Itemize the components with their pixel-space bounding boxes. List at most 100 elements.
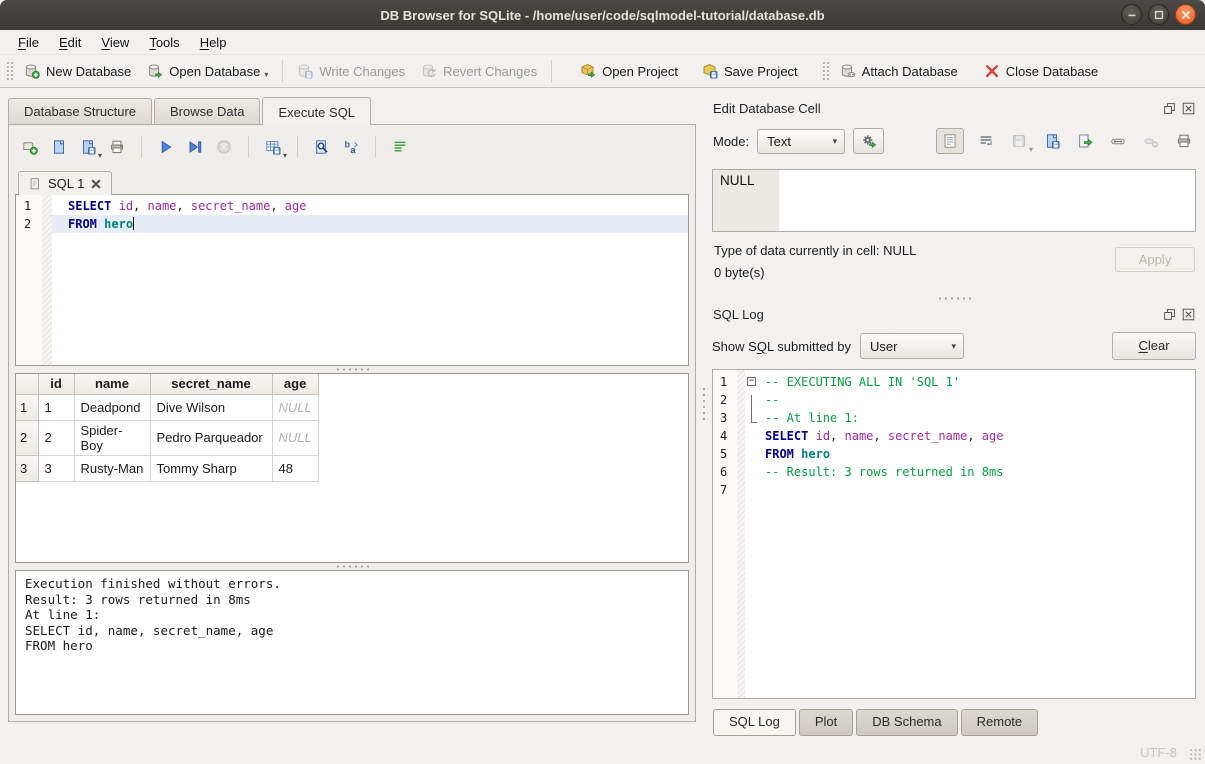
submitted-by-select[interactable]: User ▾ bbox=[860, 333, 964, 359]
save-as-icon[interactable] bbox=[1041, 131, 1063, 151]
log-fold-markers[interactable]: − bbox=[745, 370, 759, 698]
editor-code-area[interactable]: SELECT id, name, secret_name, ageFROM he… bbox=[52, 195, 688, 365]
fold-box-icon[interactable]: − bbox=[747, 377, 756, 386]
minimize-button[interactable] bbox=[1121, 4, 1142, 25]
close-tab-icon[interactable] bbox=[90, 178, 102, 190]
maximize-icon bbox=[1151, 7, 1167, 23]
new-database-button[interactable]: New Database bbox=[16, 59, 139, 83]
corner-header[interactable] bbox=[16, 374, 38, 394]
tab-sql-log[interactable]: SQL Log bbox=[713, 709, 796, 736]
open-database-button[interactable]: Open Database ▾ bbox=[139, 59, 276, 83]
cell-value-editor[interactable]: NULL bbox=[712, 169, 1196, 232]
find-icon[interactable] bbox=[311, 137, 333, 157]
fold-marker bbox=[745, 467, 759, 485]
code-token bbox=[808, 429, 815, 443]
execute-current-line-icon[interactable] bbox=[184, 137, 206, 157]
close-dock-icon[interactable] bbox=[1182, 102, 1195, 115]
float-dock-icon[interactable] bbox=[1163, 102, 1176, 115]
save-project-button[interactable]: Save Project bbox=[694, 59, 806, 83]
text-mode-icon[interactable] bbox=[936, 128, 964, 154]
save-results-icon[interactable]: ▾ bbox=[262, 137, 284, 157]
tab-database-structure[interactable]: Database Structure bbox=[8, 98, 152, 124]
export-data-icon[interactable] bbox=[1074, 131, 1096, 151]
toolbar-drag-handle[interactable] bbox=[6, 61, 13, 81]
sql-log-view[interactable]: 1234567 − -- EXECUTING ALL IN 'SQL 1'---… bbox=[712, 369, 1196, 699]
attach-database-button[interactable]: Attach Database bbox=[832, 59, 966, 83]
button-label: Open Project bbox=[602, 64, 678, 79]
code-token: , bbox=[967, 429, 981, 443]
encoding-indicator[interactable]: UTF-8 bbox=[1140, 745, 1177, 760]
open-project-button[interactable]: Open Project bbox=[572, 59, 686, 83]
import-data-icon: ▾ bbox=[1008, 131, 1030, 151]
new-sql-tab-icon[interactable] bbox=[19, 137, 41, 157]
table-cell-id[interactable]: 3 bbox=[38, 455, 74, 481]
sql-file-tab-bar: SQL 1 bbox=[15, 167, 689, 194]
sql-file-tab[interactable]: SQL 1 bbox=[18, 171, 112, 195]
log-fold-margin bbox=[737, 370, 745, 698]
mode-select[interactable]: Text ▾ bbox=[757, 129, 845, 154]
row-header[interactable]: 2 bbox=[16, 420, 38, 455]
code-token: , bbox=[270, 199, 284, 213]
float-dock-icon[interactable] bbox=[1163, 308, 1176, 321]
close-database-button[interactable]: Close Database bbox=[976, 59, 1107, 83]
cell-edit-area[interactable] bbox=[779, 170, 1195, 231]
row-header[interactable]: 1 bbox=[16, 394, 38, 420]
table-cell-age[interactable]: 48 bbox=[272, 455, 318, 481]
format-sql-icon[interactable]: ba bbox=[340, 137, 362, 157]
sql-editor[interactable]: 12 SELECT id, name, secret_name, ageFROM… bbox=[15, 194, 689, 366]
open-sql-file-icon[interactable] bbox=[48, 137, 70, 157]
tab-plot[interactable]: Plot bbox=[799, 709, 853, 736]
table-cell-name[interactable]: Rusty-Man bbox=[74, 455, 150, 481]
menu-item-edit[interactable]: Edit bbox=[49, 32, 91, 53]
table-cell-secret_name[interactable]: Dive Wilson bbox=[150, 394, 272, 420]
execute-all-icon[interactable] bbox=[155, 137, 177, 157]
close-dock-icon[interactable] bbox=[1182, 308, 1195, 321]
row-header[interactable]: 3 bbox=[16, 455, 38, 481]
toolbar-drag-handle[interactable] bbox=[822, 61, 829, 81]
dock-splitter[interactable] bbox=[712, 295, 1196, 302]
table-cell-name[interactable]: Deadpond bbox=[74, 394, 150, 420]
word-wrap-icon[interactable] bbox=[389, 137, 411, 157]
menu-item-file[interactable]: File bbox=[8, 32, 49, 53]
revert-changes-icon bbox=[421, 63, 437, 79]
tab-browse-data[interactable]: Browse Data bbox=[154, 98, 260, 124]
column-header-id[interactable]: id bbox=[38, 374, 74, 394]
column-header-age[interactable]: age bbox=[272, 374, 318, 394]
editor-results-splitter[interactable] bbox=[15, 366, 689, 373]
toolbar-separator bbox=[551, 60, 552, 82]
word-wrap-glyph bbox=[392, 139, 408, 155]
print-icon[interactable] bbox=[106, 137, 128, 157]
maximize-button[interactable] bbox=[1148, 4, 1169, 25]
menu-item-tools[interactable]: Tools bbox=[139, 32, 189, 53]
fold-marker bbox=[745, 449, 759, 467]
table-cell-secret_name[interactable]: Tommy Sharp bbox=[150, 455, 272, 481]
save-sql-file-icon[interactable]: ▾ bbox=[77, 137, 99, 157]
table-cell-secret_name[interactable]: Pedro Parqueador bbox=[150, 420, 272, 455]
results-message-splitter[interactable] bbox=[15, 563, 689, 570]
table-cell-id[interactable]: 1 bbox=[38, 394, 74, 420]
column-header-secret-name[interactable]: secret_name bbox=[150, 374, 272, 394]
resize-grip-icon[interactable] bbox=[1189, 748, 1202, 761]
import-data-glyph bbox=[1011, 133, 1027, 149]
table-cell-age[interactable]: NULL bbox=[272, 420, 318, 455]
table-cell-age[interactable]: NULL bbox=[272, 394, 318, 420]
table-cell-id[interactable]: 2 bbox=[38, 420, 74, 455]
panel-splitter[interactable] bbox=[696, 96, 712, 740]
tab-db-schema[interactable]: DB Schema bbox=[856, 709, 957, 736]
sql-log-dock-header: SQL Log bbox=[713, 304, 1195, 324]
tab-execute-sql[interactable]: Execute SQL bbox=[262, 97, 371, 125]
dropdown-caret-icon: ▾ bbox=[1029, 145, 1033, 154]
print-cell-icon[interactable] bbox=[1173, 131, 1195, 151]
clear-button[interactable]: Clear bbox=[1112, 332, 1196, 360]
fold-marker[interactable]: − bbox=[745, 377, 759, 395]
close-button[interactable] bbox=[1175, 4, 1196, 25]
table-cell-name[interactable]: Spider-Boy bbox=[74, 420, 150, 455]
code-token: age bbox=[285, 199, 307, 213]
word-wrap-icon[interactable] bbox=[975, 131, 997, 151]
tab-remote[interactable]: Remote bbox=[961, 709, 1039, 736]
link-icon[interactable] bbox=[1107, 131, 1129, 151]
apply-cell-settings-button[interactable] bbox=[853, 128, 884, 154]
menu-item-view[interactable]: View bbox=[91, 32, 139, 53]
column-header-name[interactable]: name bbox=[74, 374, 150, 394]
menu-item-help[interactable]: Help bbox=[190, 32, 237, 53]
